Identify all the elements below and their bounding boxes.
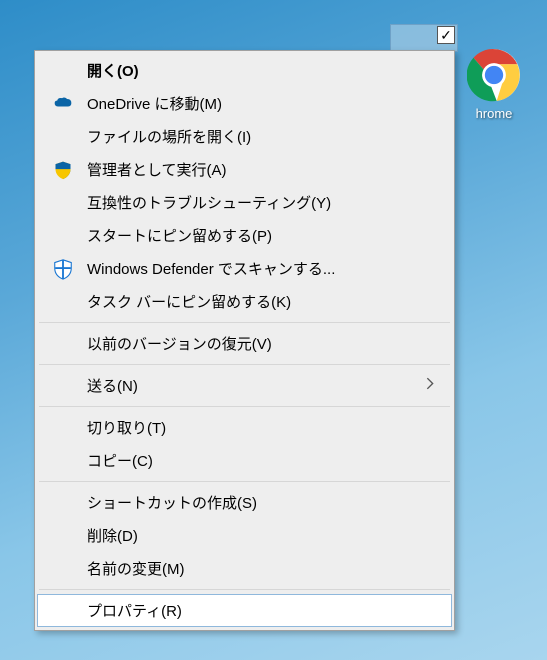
menu-item-label: 管理者として実行(A) xyxy=(87,159,227,180)
onedrive-icon xyxy=(51,92,75,116)
menu-item-rename[interactable]: 名前の変更(M) xyxy=(37,552,452,585)
selection-checkbox[interactable]: ✓ xyxy=(437,26,455,44)
menu-item-open[interactable]: 開く(O) xyxy=(37,54,452,87)
menu-item-run-as-admin[interactable]: 管理者として実行(A) xyxy=(37,153,452,186)
menu-separator xyxy=(39,589,450,590)
menu-separator xyxy=(39,481,450,482)
check-mark: ✓ xyxy=(440,28,452,42)
menu-item-open-file-location[interactable]: ファイルの場所を開く(I) xyxy=(37,120,452,153)
menu-item-label: 開く(O) xyxy=(87,60,139,81)
menu-item-label: 削除(D) xyxy=(87,525,138,546)
menu-item-defender-scan[interactable]: Windows Defender でスキャンする... xyxy=(37,252,452,285)
menu-item-pin-to-taskbar[interactable]: タスク バーにピン留めする(K) xyxy=(37,285,452,318)
menu-item-label: OneDrive に移動(M) xyxy=(87,93,222,114)
menu-item-pin-to-start[interactable]: スタートにピン留めする(P) xyxy=(37,219,452,252)
menu-item-create-shortcut[interactable]: ショートカットの作成(S) xyxy=(37,486,452,519)
menu-separator xyxy=(39,406,450,407)
menu-item-delete[interactable]: 削除(D) xyxy=(37,519,452,552)
menu-item-properties[interactable]: プロパティ(R) xyxy=(37,594,452,627)
desktop-icon-chrome[interactable]: hrome xyxy=(454,48,534,121)
chevron-right-icon xyxy=(422,375,438,396)
selected-icon-highlight: ✓ xyxy=(390,24,458,52)
menu-item-send-to[interactable]: 送る(N) xyxy=(37,369,452,402)
menu-item-label: スタートにピン留めする(P) xyxy=(87,225,272,246)
menu-item-label: 切り取り(T) xyxy=(87,417,166,438)
menu-item-label: ファイルの場所を開く(I) xyxy=(87,126,251,147)
menu-separator xyxy=(39,322,450,323)
menu-item-label: タスク バーにピン留めする(K) xyxy=(87,291,291,312)
menu-item-copy[interactable]: コピー(C) xyxy=(37,444,452,477)
menu-item-restore-previous[interactable]: 以前のバージョンの復元(V) xyxy=(37,327,452,360)
desktop-icon-label: hrome xyxy=(454,106,534,121)
shield-admin-icon xyxy=(51,158,75,182)
menu-separator xyxy=(39,364,450,365)
menu-item-label: コピー(C) xyxy=(87,450,153,471)
menu-item-label: 名前の変更(M) xyxy=(87,558,185,579)
menu-item-label: プロパティ(R) xyxy=(87,600,182,621)
menu-item-label: 送る(N) xyxy=(87,375,138,396)
chrome-icon xyxy=(467,48,521,102)
context-menu: 開く(O) OneDrive に移動(M) ファイルの場所を開く(I) 管理者と… xyxy=(34,50,455,631)
menu-item-cut[interactable]: 切り取り(T) xyxy=(37,411,452,444)
menu-item-label: Windows Defender でスキャンする... xyxy=(87,258,335,279)
menu-item-onedrive-move[interactable]: OneDrive に移動(M) xyxy=(37,87,452,120)
menu-item-label: 互換性のトラブルシューティング(Y) xyxy=(87,192,331,213)
menu-item-troubleshoot-compat[interactable]: 互換性のトラブルシューティング(Y) xyxy=(37,186,452,219)
menu-item-label: ショートカットの作成(S) xyxy=(87,492,257,513)
menu-item-label: 以前のバージョンの復元(V) xyxy=(87,333,272,354)
defender-shield-icon xyxy=(51,257,75,281)
